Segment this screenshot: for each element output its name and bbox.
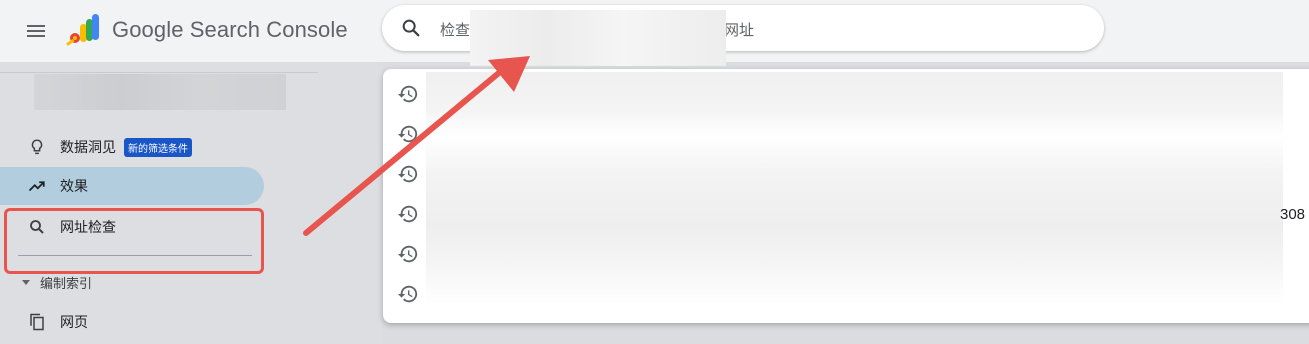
lightbulb-icon <box>28 138 46 156</box>
sidebar-item-insights[interactable]: 数据洞见 新的筛选条件 <box>0 128 264 166</box>
sidebar-item-performance[interactable]: 效果 <box>0 167 264 205</box>
sidebar: 数据洞见 新的筛选条件 效果 网址检查 编制索引 网页 <box>0 62 382 344</box>
history-icon[interactable] <box>397 163 423 189</box>
sidebar-item-label: 网页 <box>60 314 88 330</box>
history-icon[interactable] <box>397 123 423 149</box>
url-inspection-search-bar[interactable]: 检查 网址 <box>382 5 1104 66</box>
top-bar: Google Search Console 检查 网址 <box>0 0 1309 66</box>
hamburger-menu-icon[interactable] <box>24 19 48 43</box>
history-icon[interactable] <box>397 283 423 309</box>
history-icon[interactable] <box>397 243 423 269</box>
history-icon[interactable] <box>397 83 423 109</box>
search-placeholder-prefix: 检查 <box>440 22 471 39</box>
search-history-dropdown <box>383 69 1309 323</box>
annotation-highlight-box <box>4 208 264 274</box>
sidebar-divider <box>0 72 318 73</box>
sidebar-item-pages[interactable]: 网页 <box>0 303 264 341</box>
section-indexing[interactable]: 编制索引 <box>22 273 92 292</box>
redacted-url-text <box>470 10 726 66</box>
clipped-history-text: 308 <box>1280 206 1306 223</box>
search-console-logo-icon[interactable] <box>66 14 102 46</box>
sidebar-item-label: 数据洞见 <box>60 139 116 155</box>
new-filter-badge: 新的筛选条件 <box>124 137 192 157</box>
triangle-down-icon <box>22 280 30 285</box>
app-title[interactable]: Google Search Console <box>112 17 348 43</box>
sidebar-item-label: 效果 <box>60 178 88 194</box>
trending-up-icon <box>28 177 46 195</box>
section-label: 编制索引 <box>40 276 93 291</box>
redacted-history-list <box>426 72 1283 323</box>
search-placeholder-suffix: 网址 <box>724 22 755 39</box>
pages-icon <box>28 313 46 331</box>
search-icon <box>400 17 422 39</box>
property-selector-redacted[interactable] <box>34 74 286 110</box>
history-icon[interactable] <box>397 203 423 229</box>
